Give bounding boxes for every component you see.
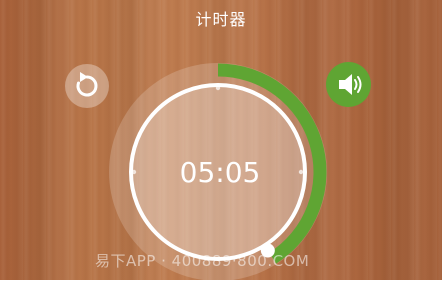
time-display: 05:05 <box>179 156 261 189</box>
timer-dial <box>109 63 327 280</box>
tick-dot <box>298 169 304 175</box>
tick-dot <box>131 169 137 175</box>
tick-dot <box>215 85 221 91</box>
watermark-text: 易下APP · 400889·800.COM <box>95 252 310 270</box>
timer-screen: 计时器 05:05 易下APP · 400889·800.COM <box>0 0 442 280</box>
